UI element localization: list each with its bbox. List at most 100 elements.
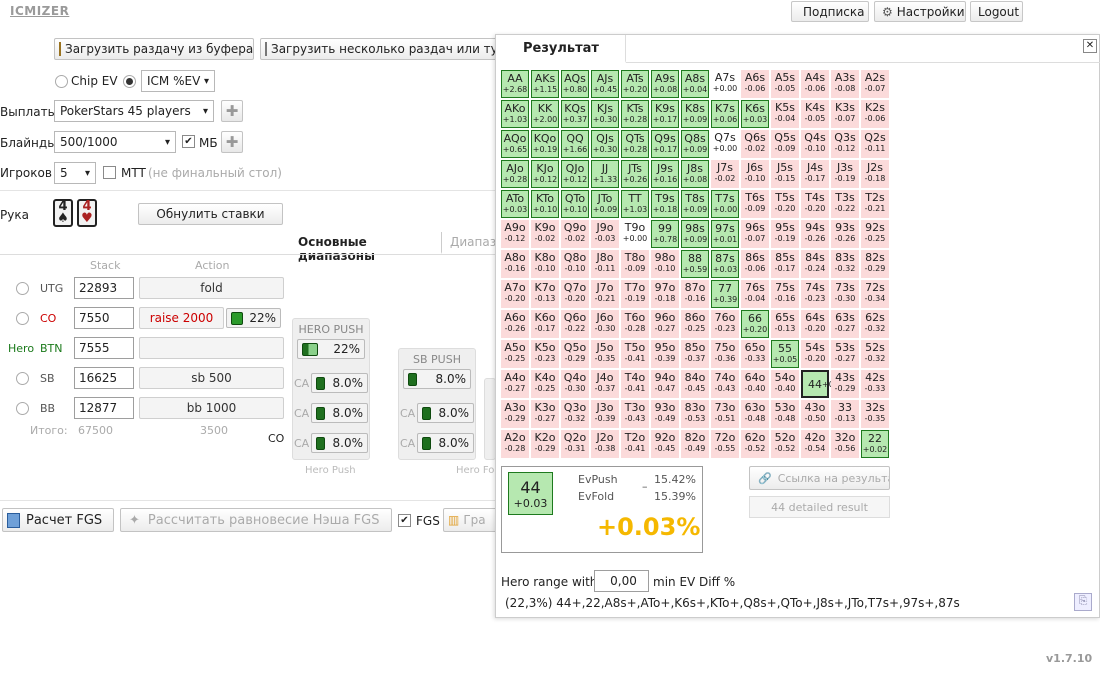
hand-cell[interactable]: KJs +0.30 (591, 100, 619, 128)
hand-cell[interactable]: 88 +0.59 (681, 250, 709, 278)
add-blind-button[interactable]: ✚ (221, 131, 243, 153)
hand-cell[interactable]: T3o -0.43 (621, 400, 649, 428)
hand-cell[interactable]: 83s -0.32 (831, 250, 859, 278)
hand-cell[interactable]: AA +2.68 (501, 70, 529, 98)
hand-cell[interactable]: Q6o -0.22 (561, 310, 589, 338)
hand-cell[interactable]: A2s -0.07 (861, 70, 889, 98)
hand-cell[interactable]: 76o -0.23 (711, 310, 739, 338)
detailed-result-button[interactable]: 44 detailed result (749, 496, 890, 518)
hand-cell[interactable]: QTo +0.10 (561, 190, 589, 218)
hand-cell[interactable]: 84o -0.45 (681, 370, 709, 398)
hand-cell[interactable]: K4o -0.25 (531, 370, 559, 398)
hand-cell[interactable]: K7s +0.06 (711, 100, 739, 128)
hand-cell[interactable]: 87s +0.03 (711, 250, 739, 278)
hand-cell[interactable]: AJs +0.45 (591, 70, 619, 98)
add-payout-button[interactable]: ✚ (221, 100, 243, 122)
hand-cell[interactable]: A8s +0.04 (681, 70, 709, 98)
hand-cell[interactable]: KJo +0.12 (531, 160, 559, 188)
seat-action[interactable]: sb 500 (139, 367, 284, 389)
hand-cell[interactable]: 98o -0.10 (651, 250, 679, 278)
hand-cell[interactable]: K2o -0.29 (531, 430, 559, 458)
hand-cell[interactable]: T9o +0.00 (621, 220, 649, 248)
hand-cell[interactable]: 84s -0.24 (801, 250, 829, 278)
hand-cell[interactable]: A9o -0.12 (501, 220, 529, 248)
result-tab[interactable]: Результат (496, 35, 626, 63)
hand-cell[interactable]: J8s +0.08 (681, 160, 709, 188)
settings-button[interactable]: ⚙ Настройки (874, 1, 966, 22)
hand-cell[interactable]: 76s -0.04 (741, 280, 769, 308)
payouts-select[interactable]: PokerStars 45 players (54, 100, 214, 122)
hand-cell[interactable]: 98s +0.09 (681, 220, 709, 248)
hand-cell[interactable]: QTs +0.28 (621, 130, 649, 158)
hand-cell[interactable]: A3o -0.29 (501, 400, 529, 428)
hand-cell[interactable]: 64o -0.40 (741, 370, 769, 398)
hand-cell[interactable]: 95o -0.39 (651, 340, 679, 368)
hand-cell[interactable]: JTo +0.09 (591, 190, 619, 218)
hand-cell[interactable]: 33 -0.13 (831, 400, 859, 428)
hand-cell[interactable]: 82s -0.29 (861, 250, 889, 278)
hand-cell[interactable]: J2s -0.18 (861, 160, 889, 188)
tab-main-ranges[interactable]: Основные диапазоны (292, 232, 442, 263)
hand-cell[interactable]: A3s -0.08 (831, 70, 859, 98)
seat-action[interactable]: raise 2000 (139, 307, 224, 329)
hand-cell[interactable]: 95s -0.19 (771, 220, 799, 248)
hand-cell[interactable]: Q9s +0.17 (651, 130, 679, 158)
icm-ev-radio[interactable] (123, 75, 136, 88)
hand-cell[interactable]: T5s -0.20 (771, 190, 799, 218)
blinds-select[interactable]: 500/1000 (54, 131, 176, 153)
hand-cell[interactable]: T8o -0.09 (621, 250, 649, 278)
hand-cell[interactable]: 63s -0.27 (831, 310, 859, 338)
hand-cell[interactable]: QJo +0.12 (561, 160, 589, 188)
seat-action[interactable]: fold (139, 277, 284, 299)
seat-radio[interactable] (16, 282, 29, 295)
hand-cell[interactable]: 54o -0.40 (771, 370, 799, 398)
hand-cell[interactable]: A5o -0.25 (501, 340, 529, 368)
ca-range-2[interactable]: 8.0% (311, 403, 368, 423)
app-logo[interactable]: ICMIZER (10, 4, 69, 18)
hand-cell[interactable]: TT +1.03 (621, 190, 649, 218)
hand-cell[interactable]: K7o -0.13 (531, 280, 559, 308)
hand-cell[interactable]: K2s -0.06 (861, 100, 889, 128)
hand-cell[interactable]: A7o -0.20 (501, 280, 529, 308)
hand-cell[interactable]: Q4s -0.10 (801, 130, 829, 158)
mtt-checkbox[interactable] (103, 166, 116, 179)
hand-cell[interactable]: Q3o -0.32 (561, 400, 589, 428)
hand-cell[interactable]: 94s -0.26 (801, 220, 829, 248)
copy-icon[interactable]: ⎘ (1074, 593, 1092, 611)
hand-cell[interactable]: 52s -0.32 (861, 340, 889, 368)
hand-cell[interactable]: 44+0.03 (801, 370, 847, 398)
seat-action[interactable] (139, 337, 284, 359)
load-hand-button[interactable]: Загрузить раздачу из буфера (54, 38, 254, 60)
hand-cell[interactable]: 74o -0.43 (711, 370, 739, 398)
hand-cell[interactable]: QQ +1.66 (561, 130, 589, 158)
hand-cell[interactable]: KTs +0.28 (621, 100, 649, 128)
hand-cell[interactable]: 99 +0.78 (651, 220, 679, 248)
hand-cell[interactable]: J7o -0.21 (591, 280, 619, 308)
hand-cell[interactable]: 94o -0.47 (651, 370, 679, 398)
hand-cell[interactable]: 62s -0.32 (861, 310, 889, 338)
load-many-button[interactable]: Загрузить несколько раздач или тур (260, 38, 500, 60)
hand-cell[interactable]: K6o -0.17 (531, 310, 559, 338)
hand-cell[interactable]: J6s -0.10 (741, 160, 769, 188)
hand-cell[interactable]: 92o -0.45 (651, 430, 679, 458)
hand-cell[interactable]: A5s -0.05 (771, 70, 799, 98)
seat-stack-input[interactable]: 7550 (74, 307, 134, 329)
hand-cell[interactable]: 87o -0.16 (681, 280, 709, 308)
hand-cell[interactable]: 85o -0.37 (681, 340, 709, 368)
hand-cell[interactable]: K4s -0.05 (801, 100, 829, 128)
hand-cell[interactable]: 43s -0.29 (831, 370, 859, 398)
hand-cell[interactable]: 75o -0.36 (711, 340, 739, 368)
hand-cell[interactable]: A6s -0.06 (741, 70, 769, 98)
hand-cell[interactable]: T3s -0.22 (831, 190, 859, 218)
hand-cell[interactable]: 96s -0.07 (741, 220, 769, 248)
hand-cell[interactable]: T7s +0.00 (711, 190, 739, 218)
hand-cell[interactable]: 72s -0.34 (861, 280, 889, 308)
hand-cell[interactable]: T6o -0.28 (621, 310, 649, 338)
hand-cell[interactable]: 82o -0.49 (681, 430, 709, 458)
hand-cell[interactable]: 32o -0.56 (831, 430, 859, 458)
players-select[interactable]: 5 (54, 162, 96, 184)
tab-other-ranges[interactable]: Диапаз (450, 235, 496, 249)
hand-cell[interactable]: 96o -0.27 (651, 310, 679, 338)
hand-cell[interactable]: Q5s -0.09 (771, 130, 799, 158)
hand-cell[interactable]: K5o -0.23 (531, 340, 559, 368)
